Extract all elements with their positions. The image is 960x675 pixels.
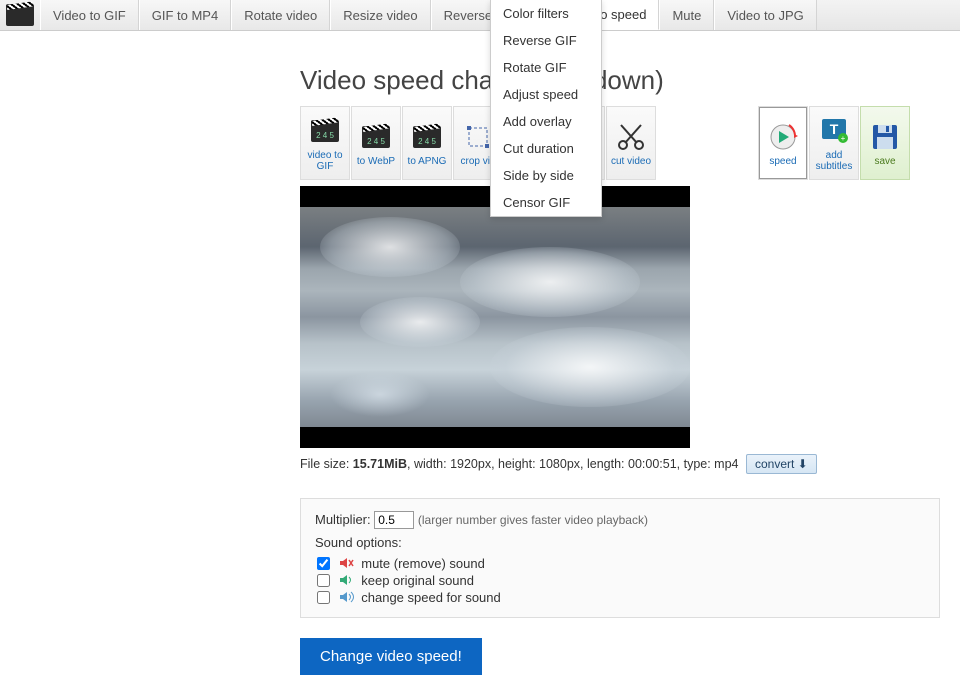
dropdown-color-filters[interactable]: Color filters: [491, 0, 601, 27]
dropdown-side-by-side[interactable]: Side by side: [491, 162, 601, 189]
topnav-video-to-jpg[interactable]: Video to JPG: [714, 0, 816, 30]
convert-button[interactable]: convert ⬇: [746, 454, 817, 474]
multiplier-label: Multiplier:: [315, 512, 371, 527]
tool-strip: 2 4 5video to GIF2 4 5to WebP2 4 5to APN…: [300, 106, 960, 180]
svg-text:+: +: [841, 134, 846, 143]
options-panel: Multiplier: (larger number gives faster …: [300, 498, 940, 618]
dropdown-cut-duration[interactable]: Cut duration: [491, 135, 601, 162]
more-tools-dropdown: Color filtersReverse GIFRotate GIFAdjust…: [490, 0, 602, 217]
speaker-mute-icon: [339, 557, 355, 569]
multiplier-input[interactable]: [374, 511, 414, 529]
cut-icon: [614, 120, 648, 154]
speaker-speed-icon: [339, 591, 355, 603]
subs-icon: T+: [817, 114, 851, 148]
dropdown-censor-gif[interactable]: Censor GIF: [491, 189, 601, 216]
change-sound-speed-checkbox[interactable]: [317, 591, 330, 604]
tool-speed[interactable]: speed: [758, 106, 808, 180]
file-meta: File size: 15.71MiB, width: 1920px, heig…: [300, 454, 960, 474]
sound-options-label: Sound options:: [315, 535, 925, 550]
keep-sound-checkbox[interactable]: [317, 574, 330, 587]
dropdown-add-overlay[interactable]: Add overlay: [491, 108, 601, 135]
topnav-rotate-video[interactable]: Rotate video: [231, 0, 330, 30]
topnav-video-to-gif[interactable]: Video to GIF: [40, 0, 139, 30]
svg-text:T: T: [830, 121, 839, 137]
clap-icon: 2 4 5: [410, 120, 444, 154]
download-icon: ⬇: [798, 457, 808, 471]
dropdown-rotate-gif[interactable]: Rotate GIF: [491, 54, 601, 81]
topnav-resize-video[interactable]: Resize video: [330, 0, 430, 30]
tool-save[interactable]: save: [860, 106, 910, 180]
clap-icon: 2 4 5: [359, 120, 393, 154]
clap-icon: 2 4 5: [308, 114, 342, 148]
tool-to-webp[interactable]: 2 4 5to WebP: [351, 106, 401, 180]
dropdown-reverse-gif[interactable]: Reverse GIF: [491, 27, 601, 54]
speaker-on-icon: [339, 574, 355, 586]
video-preview[interactable]: [300, 186, 690, 448]
change-speed-button[interactable]: Change video speed!: [300, 638, 482, 675]
tool-to-apng[interactable]: 2 4 5to APNG: [402, 106, 452, 180]
tool-add-subtitles[interactable]: T+add subtitles: [809, 106, 859, 180]
tool-video-to-gif[interactable]: 2 4 5video to GIF: [300, 106, 350, 180]
app-logo[interactable]: [0, 0, 40, 30]
save-icon: [868, 120, 902, 154]
page-title: Video speed changer ow down): [300, 65, 960, 96]
speed-icon: [766, 120, 800, 154]
topnav-gif-to-mp4[interactable]: GIF to MP4: [139, 0, 231, 30]
mute-sound-checkbox[interactable]: [317, 557, 330, 570]
multiplier-hint: (larger number gives faster video playba…: [418, 513, 648, 527]
tool-cut-video[interactable]: cut video: [606, 106, 656, 180]
top-nav: Video to GIFGIF to MP4Rotate videoResize…: [0, 0, 960, 31]
topnav-mute[interactable]: Mute: [659, 0, 714, 30]
dropdown-adjust-speed[interactable]: Adjust speed: [491, 81, 601, 108]
